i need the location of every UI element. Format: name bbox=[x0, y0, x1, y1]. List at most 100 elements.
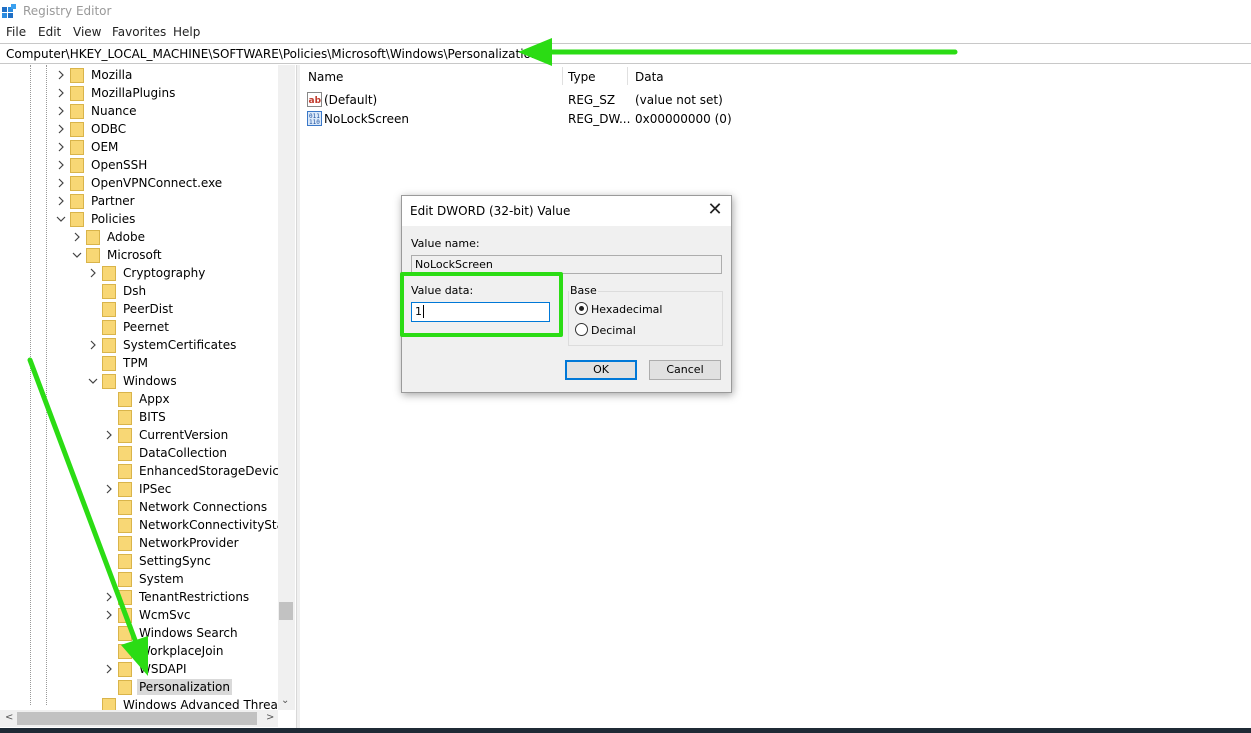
address-path[interactable]: Computer\HKEY_LOCAL_MACHINE\SOFTWARE\Pol… bbox=[6, 47, 539, 61]
tree-item-personalization[interactable]: Personalization bbox=[118, 678, 232, 696]
tree-item-wsdapi[interactable]: WSDAPI bbox=[106, 660, 189, 678]
chevron-right-icon[interactable] bbox=[104, 610, 114, 620]
tree-item-networkconnectivitystatu[interactable]: NetworkConnectivityStatu bbox=[118, 516, 295, 534]
scroll-down-arrow-icon[interactable]: ⌄ bbox=[281, 695, 289, 706]
chevron-right-icon[interactable] bbox=[88, 340, 98, 350]
tree-item-tpm[interactable]: TPM bbox=[102, 354, 150, 372]
tree-item-ipsec[interactable]: IPSec bbox=[106, 480, 173, 498]
radio-hexadecimal[interactable] bbox=[575, 302, 588, 315]
tree-horizontal-scroll-thumb[interactable] bbox=[17, 712, 257, 725]
menu-favorites[interactable]: Favorites bbox=[112, 25, 166, 39]
tree-item-label: Nuance bbox=[91, 104, 137, 118]
tree-guide-line bbox=[46, 65, 47, 705]
menu-edit[interactable]: Edit bbox=[38, 25, 61, 39]
tree-item-network-connections[interactable]: Network Connections bbox=[118, 498, 269, 516]
tree-item-openssh[interactable]: OpenSSH bbox=[58, 156, 149, 174]
folder-icon bbox=[70, 67, 84, 83]
column-separator[interactable] bbox=[627, 67, 628, 85]
tree-vertical-scrollbar[interactable]: ⌄ bbox=[278, 65, 295, 710]
tree-item-oem[interactable]: OEM bbox=[58, 138, 120, 156]
value-list[interactable]: Name Type Data ab (Default) REG_SZ (valu… bbox=[300, 65, 1251, 728]
chevron-right-icon[interactable] bbox=[56, 70, 66, 80]
dialog-title-bar[interactable]: Edit DWORD (32-bit) Value ✕ bbox=[402, 196, 731, 226]
tree-item-settingsync[interactable]: SettingSync bbox=[118, 552, 213, 570]
folder-icon bbox=[70, 139, 84, 155]
column-separator[interactable] bbox=[562, 67, 563, 85]
tree-item-wcmsvc[interactable]: WcmSvc bbox=[106, 606, 192, 624]
chevron-right-icon[interactable] bbox=[56, 178, 66, 188]
chevron-down-icon[interactable] bbox=[56, 214, 66, 224]
tree-item-mozillaplugins[interactable]: MozillaPlugins bbox=[58, 84, 177, 102]
folder-icon bbox=[118, 553, 132, 569]
chevron-right-icon[interactable] bbox=[56, 160, 66, 170]
chevron-right-icon[interactable] bbox=[72, 232, 82, 242]
tree-item-workplacejoin[interactable]: WorkplaceJoin bbox=[118, 642, 226, 660]
tree-item-tenantrestrictions[interactable]: TenantRestrictions bbox=[106, 588, 251, 606]
tree-item-datacollection[interactable]: DataCollection bbox=[118, 444, 229, 462]
tree-item-bits[interactable]: BITS bbox=[118, 408, 168, 426]
folder-icon bbox=[118, 643, 132, 659]
tree-item-policies[interactable]: Policies bbox=[56, 210, 137, 228]
tree-item-nuance[interactable]: Nuance bbox=[58, 102, 139, 120]
tree-item-adobe[interactable]: Adobe bbox=[74, 228, 147, 246]
column-header-type[interactable]: Type bbox=[568, 70, 596, 84]
tree-item-system[interactable]: System bbox=[118, 570, 186, 588]
address-bar[interactable]: Computer\HKEY_LOCAL_MACHINE\SOFTWARE\Pol… bbox=[0, 43, 1251, 64]
column-header-name[interactable]: Name bbox=[308, 70, 343, 84]
folder-icon bbox=[102, 337, 116, 353]
chevron-right-icon[interactable] bbox=[56, 196, 66, 206]
column-header-data[interactable]: Data bbox=[635, 70, 664, 84]
tree-horizontal-scrollbar[interactable]: < > bbox=[0, 710, 278, 727]
tree-item-enhancedstoragedevices[interactable]: EnhancedStorageDevices bbox=[118, 462, 295, 480]
chevron-down-icon[interactable] bbox=[72, 250, 82, 260]
radio-hexadecimal-label[interactable]: Hexadecimal bbox=[591, 303, 662, 316]
chevron-right-icon[interactable] bbox=[104, 430, 114, 440]
radio-decimal[interactable] bbox=[575, 323, 588, 336]
menu-bar: File Edit View Favorites Help bbox=[0, 22, 1251, 42]
tree-item-label: Personalization bbox=[137, 679, 232, 695]
chevron-right-icon[interactable] bbox=[56, 88, 66, 98]
close-icon[interactable]: ✕ bbox=[702, 199, 728, 223]
registry-editor-icon bbox=[2, 4, 16, 18]
tree-item-peernet[interactable]: Peernet bbox=[102, 318, 171, 336]
tree-item-odbc[interactable]: ODBC bbox=[58, 120, 128, 138]
tree-item-networkprovider[interactable]: NetworkProvider bbox=[118, 534, 241, 552]
tree-item-dsh[interactable]: Dsh bbox=[102, 282, 148, 300]
chevron-right-icon[interactable] bbox=[56, 142, 66, 152]
menu-file[interactable]: File bbox=[6, 25, 26, 39]
tree-vertical-scroll-thumb[interactable] bbox=[279, 602, 293, 620]
tree-item-windows[interactable]: Windows bbox=[88, 372, 179, 390]
key-tree[interactable]: Mozilla MozillaPlugins Nuance ODBC OEM OpenSS… bbox=[0, 65, 295, 728]
tree-item-label: System bbox=[139, 572, 184, 586]
chevron-right-icon[interactable] bbox=[56, 106, 66, 116]
tree-item-systemcertificates[interactable]: SystemCertificates bbox=[90, 336, 238, 354]
chevron-right-icon[interactable] bbox=[88, 268, 98, 278]
tree-item-mozilla[interactable]: Mozilla bbox=[58, 66, 134, 84]
menu-help[interactable]: Help bbox=[173, 25, 200, 39]
folder-icon bbox=[102, 355, 116, 371]
chevron-right-icon[interactable] bbox=[104, 592, 114, 602]
cancel-button[interactable]: Cancel bbox=[649, 360, 721, 380]
tree-item-windows-search[interactable]: Windows Search bbox=[118, 624, 240, 642]
scroll-left-arrow-icon[interactable]: < bbox=[5, 712, 13, 723]
menu-view[interactable]: View bbox=[73, 25, 101, 39]
tree-item-peerdist[interactable]: PeerDist bbox=[102, 300, 175, 318]
folder-icon bbox=[118, 463, 132, 479]
tree-item-microsoft[interactable]: Microsoft bbox=[72, 246, 164, 264]
chevron-right-icon[interactable] bbox=[56, 124, 66, 134]
value-row-default[interactable]: ab (Default) REG_SZ (value not set) bbox=[300, 91, 900, 109]
folder-icon bbox=[102, 283, 116, 299]
value-name: (Default) bbox=[324, 93, 378, 107]
value-row-nolockscreen[interactable]: 011 110 NoLockScreen REG_DW... 0x0000000… bbox=[300, 110, 900, 128]
chevron-right-icon[interactable] bbox=[104, 664, 114, 674]
scroll-right-arrow-icon[interactable]: > bbox=[266, 712, 274, 723]
chevron-right-icon[interactable] bbox=[104, 484, 114, 494]
tree-item-cryptography[interactable]: Cryptography bbox=[90, 264, 207, 282]
tree-item-openvpnconnect-exe[interactable]: OpenVPNConnect.exe bbox=[58, 174, 224, 192]
tree-item-currentversion[interactable]: CurrentVersion bbox=[106, 426, 230, 444]
tree-item-appx[interactable]: Appx bbox=[118, 390, 172, 408]
tree-item-partner[interactable]: Partner bbox=[58, 192, 137, 210]
radio-decimal-label[interactable]: Decimal bbox=[591, 324, 636, 337]
ok-button[interactable]: OK bbox=[565, 360, 637, 380]
chevron-down-icon[interactable] bbox=[88, 376, 98, 386]
